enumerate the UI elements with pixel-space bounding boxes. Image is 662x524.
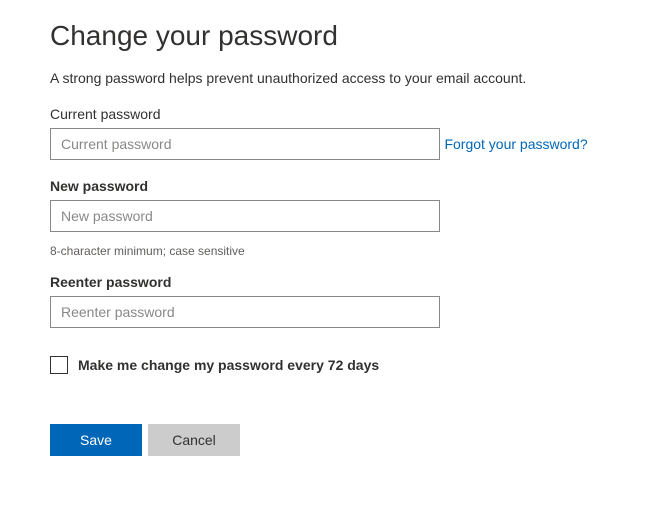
- reenter-password-input[interactable]: [50, 296, 440, 328]
- force-change-checkbox[interactable]: [50, 356, 68, 374]
- reenter-password-group: Reenter password: [50, 274, 612, 328]
- checkbox-row: Make me change my password every 72 days: [50, 356, 612, 374]
- new-password-input[interactable]: [50, 200, 440, 232]
- button-row: Save Cancel: [50, 424, 612, 456]
- new-password-group: New password: [50, 178, 612, 232]
- save-button[interactable]: Save: [50, 424, 142, 456]
- cancel-button[interactable]: Cancel: [148, 424, 240, 456]
- new-password-label: New password: [50, 178, 612, 194]
- checkbox-label: Make me change my password every 72 days: [78, 357, 379, 373]
- current-password-input[interactable]: [50, 128, 440, 160]
- current-password-group: Current password Forgot your password?: [50, 106, 612, 160]
- reenter-password-label: Reenter password: [50, 274, 612, 290]
- password-hint: 8-character minimum; case sensitive: [50, 244, 612, 258]
- forgot-password-link[interactable]: Forgot your password?: [444, 136, 587, 152]
- description-text: A strong password helps prevent unauthor…: [50, 70, 612, 86]
- current-password-label: Current password: [50, 106, 612, 122]
- page-title: Change your password: [50, 20, 612, 52]
